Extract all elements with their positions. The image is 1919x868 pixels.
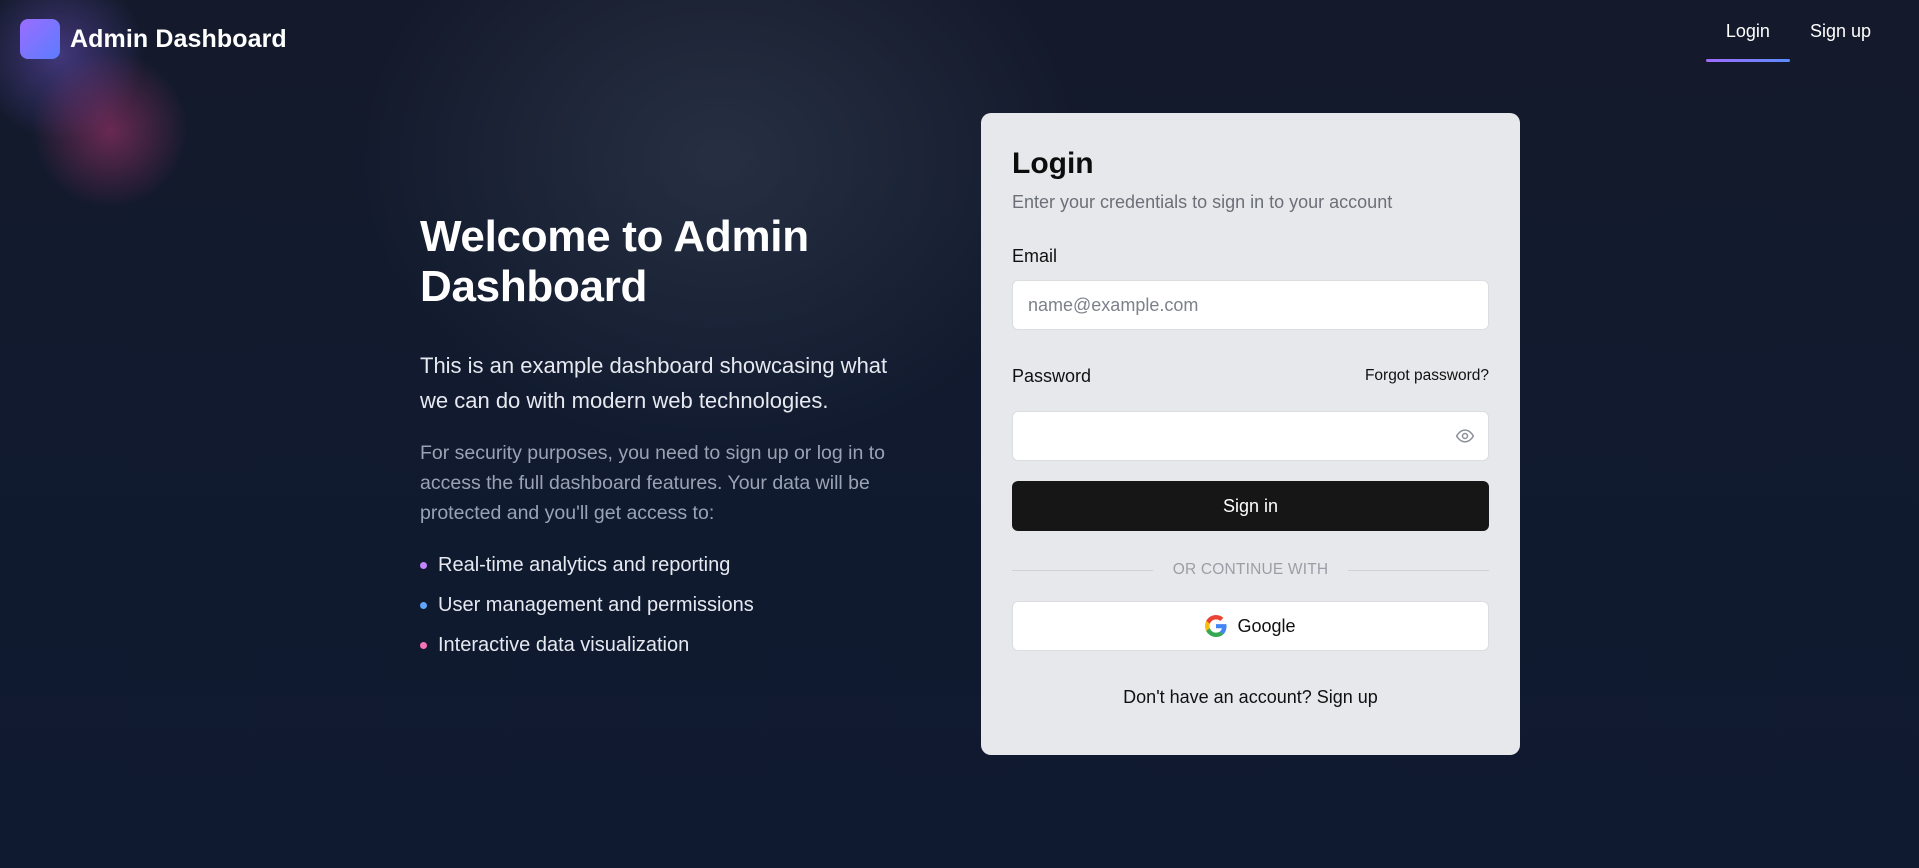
password-field-wrapper: [1012, 411, 1489, 461]
feature-label: Interactive data visualization: [438, 633, 690, 656]
password-label-row: Password Forgot password?: [1012, 365, 1489, 387]
top-nav: Login Sign up: [1705, 0, 1891, 62]
feature-item: Interactive data visualization: [420, 625, 920, 665]
divider-line: [1012, 569, 1153, 571]
divider-text: OR CONTINUE WITH: [1172, 561, 1329, 578]
sign-in-button[interactable]: Sign in: [1012, 481, 1489, 531]
password-label: Password: [1012, 366, 1092, 386]
email-label: Email: [1012, 246, 1058, 266]
divider-line: [1348, 569, 1490, 571]
google-sign-in-button[interactable]: Google: [1012, 601, 1489, 651]
feature-list: Real-time analytics and reporting User m…: [420, 545, 920, 665]
brand[interactable]: Admin Dashboard: [20, 19, 287, 59]
intro-section: Welcome to Admin Dashboard This is an ex…: [420, 212, 920, 665]
brand-logo-icon: [20, 19, 60, 59]
intro-title: Welcome to Admin Dashboard: [420, 212, 809, 311]
feature-item: User management and permissions: [420, 585, 920, 625]
intro-body: For security purposes, you need to sign …: [420, 442, 886, 524]
password-input[interactable]: [1012, 411, 1489, 461]
bullet-dot-icon: [420, 641, 427, 649]
forgot-password-link[interactable]: Forgot password?: [1365, 367, 1489, 385]
nav-signup-link[interactable]: Sign up: [1790, 0, 1891, 62]
feature-label: User management and permissions: [438, 593, 754, 616]
brand-title: Admin Dashboard: [70, 24, 287, 53]
signup-prompt: Don't have an account?: [1123, 687, 1312, 707]
intro-lead: This is an example dashboard showcasing …: [420, 353, 888, 413]
bullet-dot-icon: [420, 561, 427, 569]
nav-login-link[interactable]: Login: [1705, 0, 1790, 62]
google-icon: [1205, 615, 1228, 637]
signup-link[interactable]: Sign up: [1317, 687, 1378, 707]
top-header: Admin Dashboard Login Sign up: [0, 0, 1919, 78]
login-subtitle: Enter your credentials to sign in to you…: [1012, 192, 1393, 212]
google-button-label: Google: [1237, 615, 1296, 636]
eye-icon[interactable]: [1455, 426, 1475, 446]
signup-row: Don't have an account? Sign up: [1012, 687, 1489, 708]
bullet-dot-icon: [420, 601, 427, 609]
login-card: Login Enter your credentials to sign in …: [981, 113, 1520, 755]
login-title: Login: [1012, 147, 1094, 180]
divider: OR CONTINUE WITH: [1012, 561, 1490, 579]
feature-item: Real-time analytics and reporting: [420, 545, 920, 585]
email-input[interactable]: [1012, 280, 1489, 330]
feature-label: Real-time analytics and reporting: [438, 553, 731, 576]
